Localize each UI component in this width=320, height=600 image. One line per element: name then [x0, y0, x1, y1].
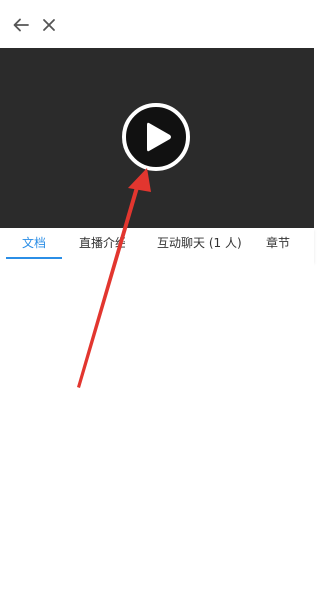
arrow-left-icon — [13, 18, 29, 32]
back-button[interactable] — [10, 14, 32, 36]
top-bar — [0, 0, 314, 48]
tab-document[interactable]: 文档 — [22, 228, 46, 258]
tab-chapters[interactable]: 章节 — [266, 228, 290, 258]
tab-interactive-chat[interactable]: 互动聊天 (1 人) — [157, 228, 242, 258]
play-button[interactable] — [121, 102, 191, 172]
video-player[interactable] — [0, 48, 314, 228]
document-content-area — [0, 262, 314, 600]
tab-bar: 文档 直播介绍 互动聊天 (1 人) 章节 — [0, 228, 314, 262]
close-icon — [43, 19, 55, 31]
play-circle-icon — [122, 103, 190, 171]
tab-live-intro[interactable]: 直播介绍 — [79, 228, 125, 258]
active-tab-indicator — [6, 257, 62, 259]
close-button[interactable] — [38, 14, 60, 36]
